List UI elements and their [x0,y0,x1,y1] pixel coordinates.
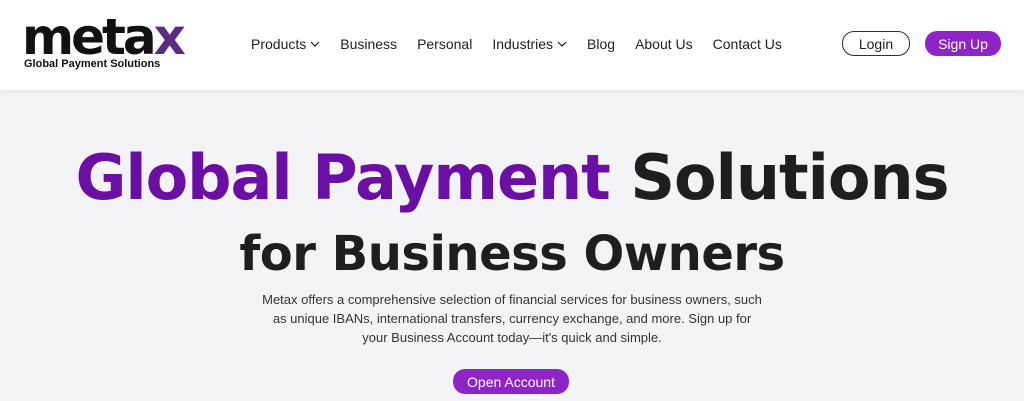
nav-item-blog[interactable]: Blog [587,36,615,52]
nav-item-label: Industries [492,36,554,52]
chevron-down-icon [310,41,320,47]
hero-description: Metax offers a comprehensive selection o… [262,292,762,345]
hero-title-accent: Global Payment [75,141,610,214]
nav-item-label: Personal [417,36,473,52]
nav-item-contact-us[interactable]: Contact Us [713,36,782,52]
logo-word-main: meta [22,8,157,66]
top-navigation-bar: meta x Global Payment Solutions Products … [0,0,1024,90]
nav-item-personal[interactable]: Personal [417,36,472,52]
chevron-down-icon [557,41,567,47]
signup-button[interactable]: Sign Up [925,31,1001,56]
logo-tagline: Global Payment Solutions [24,58,161,70]
login-button[interactable]: Login [842,31,910,56]
open-account-button[interactable]: Open Account [453,369,569,394]
logo-word-x: x [153,8,186,66]
nav-item-business[interactable]: Business [340,36,397,52]
main-nav: Products Business Personal Industries Bl… [251,34,802,54]
hero-title-rest: Solutions [630,141,949,214]
nav-item-industries[interactable]: Industries [492,36,567,52]
nav-item-label: Products [251,36,307,52]
logo-wordmark: meta x [22,8,186,66]
nav-item-label: Blog [587,36,616,52]
nav-item-products[interactable]: Products [251,36,320,52]
hero-subtitle: for Business Owners [239,226,785,282]
nav-item-label: About Us [635,36,693,52]
nav-item-label: Business [340,36,398,52]
hero-title: Global Payment Solutions [0,142,1024,214]
nav-item-label: Contact Us [712,36,782,52]
metax-logo[interactable]: meta x Global Payment Solutions [22,12,202,74]
nav-item-about-us[interactable]: About Us [635,36,693,52]
